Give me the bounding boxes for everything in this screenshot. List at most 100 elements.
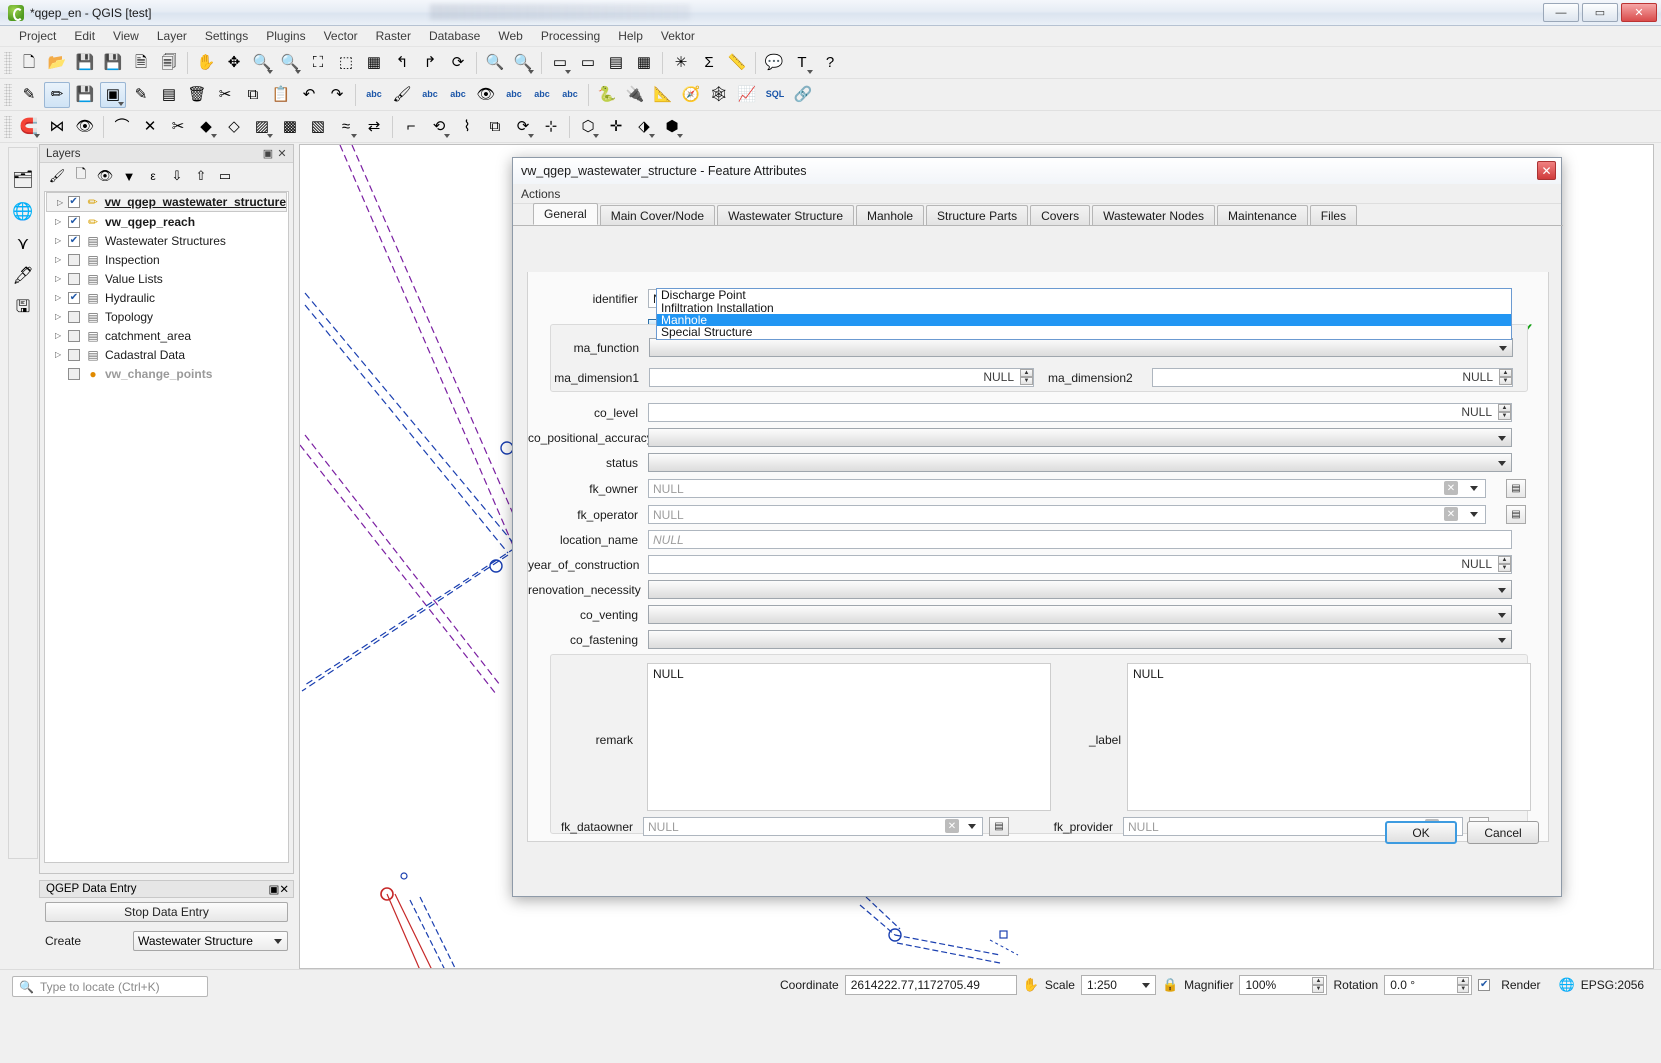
chevron-down-icon[interactable]	[34, 133, 40, 138]
open-attribute-table-icon[interactable]: ▤	[603, 50, 629, 76]
expand-chevron-icon[interactable]: ▷	[55, 312, 68, 321]
crs-label[interactable]: EPSG:2056	[1581, 978, 1644, 992]
chevron-down-icon[interactable]	[444, 133, 450, 138]
chevron-down-icon[interactable]	[593, 133, 599, 138]
menu-view[interactable]: View	[104, 27, 148, 45]
maximize-button[interactable]: ▭	[1582, 3, 1618, 22]
magnifier-decrement-icon[interactable]: ▼	[1312, 985, 1325, 993]
increment-icon[interactable]: ▲	[1498, 404, 1511, 412]
processing-toolbox-icon[interactable]: ✳	[668, 50, 694, 76]
layers-tree[interactable]: ▷ ✏ vw_qgep_wastewater_structure ▷ ✏ vw_qgep_…	[44, 191, 289, 863]
expand-chevron-icon[interactable]: ▷	[55, 274, 68, 283]
refresh-icon[interactable]: ⟳	[445, 50, 471, 76]
remove-layer-icon[interactable]: ▭	[214, 165, 236, 187]
co-level-spinner[interactable]: ▲ ▼	[1498, 404, 1511, 421]
new-project-icon[interactable]: 🗋	[16, 50, 42, 76]
chevron-down-icon[interactable]	[118, 101, 124, 106]
clear-icon[interactable]: ✕	[1444, 507, 1458, 521]
increment-icon[interactable]: ▲	[1498, 556, 1511, 564]
lock-scale-icon[interactable]: 🔒	[1162, 977, 1178, 993]
pin-labels-icon[interactable]: abc	[445, 82, 471, 108]
scale-combobox[interactable]: 1:250	[1080, 975, 1156, 995]
layer-row-hydraulic[interactable]: ▷ ▤ Hydraulic	[45, 288, 288, 307]
layer-row-inspection[interactable]: ▷ ▤ Inspection	[45, 250, 288, 269]
redo-icon[interactable]: ↷	[324, 82, 350, 108]
qgep-network-icon[interactable]: 🕸	[706, 82, 732, 108]
chevron-down-icon[interactable]	[528, 69, 534, 74]
fk-owner-input[interactable]: NULL	[648, 479, 1486, 498]
ma-dimension1-input[interactable]	[649, 368, 1034, 387]
stop-data-entry-button[interactable]: Stop Data Entry	[45, 902, 288, 922]
offset-point-symbol-icon[interactable]: ⊹	[538, 114, 564, 140]
label-toolbar-icon[interactable]: abc	[361, 82, 387, 108]
toolbar-grip[interactable]	[4, 51, 12, 74]
layer-row-vw-qgep-wastewater-structure[interactable]: ▷ ✏ vw_qgep_wastewater_structure	[46, 192, 287, 212]
chevron-down-icon[interactable]	[267, 133, 273, 138]
layer-visibility-checkbox[interactable]	[68, 348, 80, 361]
tab-maintenance[interactable]: Maintenance	[1217, 205, 1308, 225]
cancel-button[interactable]: Cancel	[1467, 821, 1539, 844]
add-part-icon[interactable]: ◆	[193, 114, 219, 140]
tab-structure-parts[interactable]: Structure Parts	[926, 205, 1029, 225]
toggle-editing-icon[interactable]: ✏	[44, 81, 70, 108]
filter-legend-expression-icon[interactable]: ε	[142, 165, 164, 187]
chevron-down-icon[interactable]	[677, 133, 683, 138]
new-print-layout-icon[interactable]: 🗎	[128, 50, 154, 76]
clear-icon[interactable]: ✕	[945, 819, 959, 833]
add-ring-icon[interactable]: ◇	[221, 114, 247, 140]
chevron-down-icon[interactable]	[968, 824, 976, 829]
vertex-tool-current-layer-icon[interactable]: 👁	[72, 114, 98, 140]
ws-type-option-special-structure[interactable]: Special Structure	[657, 326, 1511, 338]
menu-help[interactable]: Help	[609, 27, 652, 45]
move-label-icon[interactable]: abc	[501, 82, 527, 108]
chevron-down-icon[interactable]	[807, 69, 813, 74]
move-feature-icon[interactable]: ✛	[603, 114, 629, 140]
qgep-wizard-icon[interactable]: 🧭	[678, 82, 704, 108]
tab-covers[interactable]: Covers	[1030, 205, 1091, 225]
help-contents-icon[interactable]: ?	[817, 50, 843, 76]
zoom-out-icon[interactable]: 🔍	[277, 50, 303, 76]
vertex-tool-icon[interactable]: ⋈	[44, 114, 70, 140]
save-project-icon[interactable]: 💾	[72, 50, 98, 76]
magnifier-spinbox[interactable]: 100% ▲ ▼	[1239, 975, 1328, 995]
db-manager-icon[interactable]: SQL	[762, 82, 788, 108]
menu-processing[interactable]: Processing	[532, 27, 609, 45]
add-raster-layer-icon[interactable]: 🌐	[11, 200, 35, 224]
layer-visibility-checkbox[interactable]	[67, 196, 80, 208]
open-layer-styling-panel-icon[interactable]: 🖌	[46, 165, 68, 187]
add-spatialite-layer-icon[interactable]: 🖋	[11, 264, 35, 288]
pan-map-icon[interactable]: ✋	[193, 50, 219, 76]
menu-plugins[interactable]: Plugins	[257, 27, 314, 45]
filter-legend-icon[interactable]: ▼	[118, 165, 140, 187]
layer-row-cadastral-data[interactable]: ▷ ▤ Cadastral Data	[45, 345, 288, 364]
tab-wastewater-nodes[interactable]: Wastewater Nodes	[1092, 205, 1216, 225]
clear-icon[interactable]: ✕	[1444, 481, 1458, 495]
save-project-as-icon[interactable]: 💾	[100, 50, 126, 76]
layer-row-vw-change-points[interactable]: ● vw_change_points	[45, 364, 288, 383]
toolbar-grip[interactable]	[4, 115, 12, 138]
rotate-feature-icon[interactable]: ⟲	[426, 114, 452, 140]
minimize-button[interactable]: —	[1543, 3, 1579, 22]
ma-dimension1-spinner[interactable]: ▲ ▼	[1020, 369, 1033, 386]
close-button[interactable]: ✕	[1621, 3, 1657, 22]
qgep-chart-icon[interactable]: 📈	[734, 82, 760, 108]
paste-features-icon[interactable]: 📋	[268, 82, 294, 108]
fk-owner-open-form-button[interactable]: ▤	[1506, 479, 1526, 498]
qgep-panel-float-button[interactable]: ▣	[268, 882, 279, 896]
node-tool-icon[interactable]: ⬡	[575, 114, 601, 140]
chevron-down-icon[interactable]	[528, 133, 534, 138]
style-manager-icon[interactable]: 🖌	[389, 82, 415, 108]
menu-edit[interactable]: Edit	[65, 27, 104, 45]
menu-raster[interactable]: Raster	[367, 27, 420, 45]
expand-chevron-icon[interactable]: ▷	[55, 236, 68, 245]
magnifier-increment-icon[interactable]: ▲	[1312, 977, 1325, 985]
digitize-icon[interactable]: ✎	[128, 82, 154, 108]
chevron-down-icon[interactable]	[267, 69, 273, 74]
fk-dataowner-input[interactable]: NULL	[643, 817, 983, 836]
chevron-down-icon[interactable]	[649, 133, 655, 138]
layer-visibility-checkbox[interactable]	[68, 234, 80, 247]
expand-chevron-icon[interactable]: ▷	[55, 217, 68, 226]
dialog-close-button[interactable]: ✕	[1537, 161, 1556, 180]
ws-type-option-infiltration-installation[interactable]: Infiltration Installation	[657, 301, 1511, 313]
layer-visibility-checkbox[interactable]	[68, 367, 80, 380]
